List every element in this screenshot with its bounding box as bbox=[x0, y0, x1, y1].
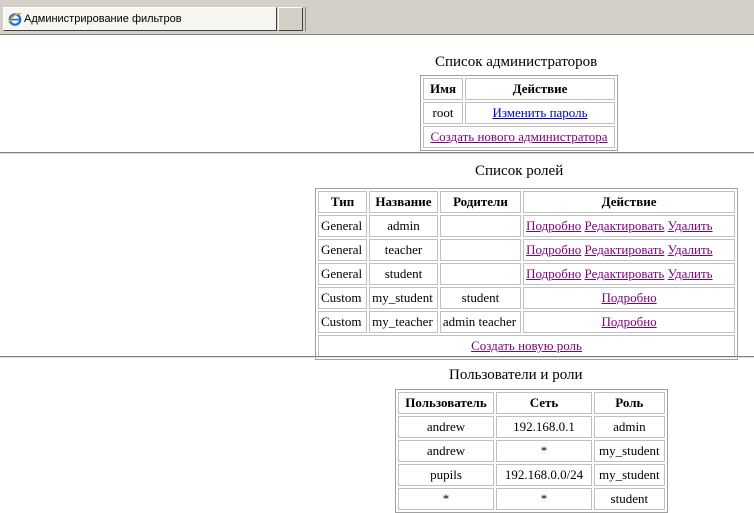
table-row: Создать новую роль bbox=[318, 335, 736, 357]
col-header-network: Сеть bbox=[496, 392, 592, 414]
roles-table: Тип Название Родители Действие General a… bbox=[315, 188, 739, 360]
role-actions: Подробно Редактировать Удалить bbox=[523, 239, 736, 261]
divider bbox=[0, 152, 754, 154]
users-title: Пользователи и роли bbox=[449, 367, 583, 383]
user-network: 192.168.0.0/24 bbox=[496, 464, 592, 486]
delete-link[interactable]: Удалить bbox=[668, 266, 713, 281]
table-row: Создать нового администратора bbox=[423, 126, 615, 148]
table-row: Custom my_student student Подробно bbox=[318, 287, 736, 309]
role-type: Custom bbox=[318, 311, 368, 333]
col-header-action: Действие bbox=[523, 191, 736, 213]
details-link[interactable]: Подробно bbox=[526, 218, 581, 233]
role-actions: Подробно Редактировать Удалить bbox=[523, 215, 736, 237]
role-actions: Подробно bbox=[523, 311, 736, 333]
create-role-cell: Создать новую роль bbox=[318, 335, 736, 357]
role-type: Custom bbox=[318, 287, 368, 309]
table-header-row: Пользователь Сеть Роль bbox=[398, 392, 665, 414]
role-parents: admin teacher bbox=[439, 311, 522, 333]
new-tab-button[interactable] bbox=[278, 7, 303, 31]
table-row: root Изменить пароль bbox=[423, 102, 615, 124]
user-name: andrew bbox=[398, 440, 494, 462]
col-header-parents: Родители bbox=[439, 191, 522, 213]
user-role: admin bbox=[594, 416, 665, 438]
edit-link[interactable]: Редактировать bbox=[585, 266, 665, 281]
admin-action-cell: Изменить пароль bbox=[465, 102, 615, 124]
ie-icon bbox=[8, 13, 22, 26]
role-name: my_teacher bbox=[369, 311, 438, 333]
col-header-action: Действие bbox=[465, 78, 615, 100]
table-row: pupils 192.168.0.0/24 my_student bbox=[398, 464, 665, 486]
table-row: General admin Подробно Редактировать Уда… bbox=[318, 215, 736, 237]
role-type: General bbox=[318, 263, 368, 285]
roles-title: Список ролей bbox=[475, 163, 564, 179]
tab-filter-admin[interactable]: Администрирование фильтров bbox=[3, 7, 277, 31]
tab-title: Администрирование фильтров bbox=[24, 13, 182, 25]
table-header-row: Имя Действие bbox=[423, 78, 615, 100]
table-row: General student Подробно Редактировать У… bbox=[318, 263, 736, 285]
table-row: andrew 192.168.0.1 admin bbox=[398, 416, 665, 438]
role-type: General bbox=[318, 215, 368, 237]
edit-link[interactable]: Редактировать bbox=[585, 218, 665, 233]
table-row: Custom my_teacher admin teacher Подробно bbox=[318, 311, 736, 333]
role-name: student bbox=[369, 263, 438, 285]
col-header-type: Тип bbox=[318, 191, 368, 213]
table-row: andrew * my_student bbox=[398, 440, 665, 462]
divider bbox=[0, 356, 754, 358]
admins-title: Список администраторов bbox=[435, 54, 598, 70]
col-header-user: Пользователь bbox=[398, 392, 494, 414]
table-row: General teacher Подробно Редактировать У… bbox=[318, 239, 736, 261]
user-name: andrew bbox=[398, 416, 494, 438]
table-header-row: Тип Название Родители Действие bbox=[318, 191, 736, 213]
role-actions: Подробно Редактировать Удалить bbox=[523, 263, 736, 285]
details-link[interactable]: Подробно bbox=[526, 266, 581, 281]
table-row: * * student bbox=[398, 488, 665, 510]
users-table: Пользователь Сеть Роль andrew 192.168.0.… bbox=[395, 389, 668, 513]
user-role: my_student bbox=[594, 464, 665, 486]
create-admin-cell: Создать нового администратора bbox=[423, 126, 615, 148]
change-password-link[interactable]: Изменить пароль bbox=[492, 105, 587, 120]
user-network: * bbox=[496, 488, 592, 510]
details-link[interactable]: Подробно bbox=[601, 314, 656, 329]
user-name: pupils bbox=[398, 464, 494, 486]
create-admin-link[interactable]: Создать нового администратора bbox=[430, 129, 607, 144]
user-network: * bbox=[496, 440, 592, 462]
browser-tab-bar: Администрирование фильтров bbox=[0, 0, 754, 35]
col-header-name: Название bbox=[369, 191, 438, 213]
role-name: teacher bbox=[369, 239, 438, 261]
role-name: admin bbox=[369, 215, 438, 237]
user-network: 192.168.0.1 bbox=[496, 416, 592, 438]
role-parents: student bbox=[439, 287, 522, 309]
edit-link[interactable]: Редактировать bbox=[585, 242, 665, 257]
role-actions: Подробно bbox=[523, 287, 736, 309]
create-role-link[interactable]: Создать новую роль bbox=[471, 338, 582, 353]
role-parents bbox=[439, 215, 522, 237]
role-parents bbox=[439, 263, 522, 285]
user-name: * bbox=[398, 488, 494, 510]
role-type: General bbox=[318, 239, 368, 261]
user-role: my_student bbox=[594, 440, 665, 462]
details-link[interactable]: Подробно bbox=[526, 242, 581, 257]
delete-link[interactable]: Удалить bbox=[668, 242, 713, 257]
col-header-role: Роль bbox=[594, 392, 665, 414]
admins-table: Имя Действие root Изменить пароль Создат… bbox=[420, 75, 618, 151]
admin-name: root bbox=[423, 102, 463, 124]
user-role: student bbox=[594, 488, 665, 510]
role-name: my_student bbox=[369, 287, 438, 309]
details-link[interactable]: Подробно bbox=[601, 290, 656, 305]
tab-divider bbox=[305, 7, 306, 31]
role-parents bbox=[439, 239, 522, 261]
delete-link[interactable]: Удалить bbox=[668, 218, 713, 233]
col-header-name: Имя bbox=[423, 78, 463, 100]
